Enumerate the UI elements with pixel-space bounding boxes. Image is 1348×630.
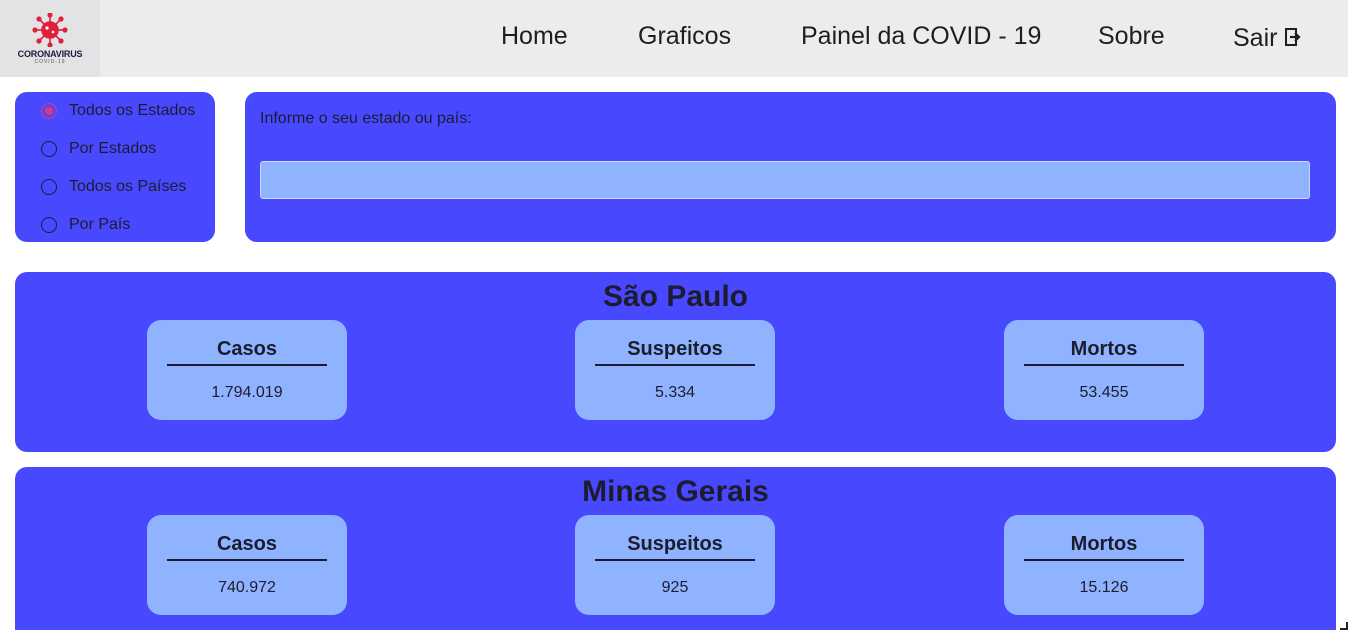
stat-value: 1.794.019: [211, 384, 283, 401]
radio-por-pais[interactable]: Por País: [41, 216, 130, 234]
search-label: Informe o seu estado ou país:: [260, 110, 472, 127]
radio-button[interactable]: [41, 141, 57, 157]
stat-value: 925: [661, 579, 689, 596]
divider: [1024, 559, 1184, 561]
radio-button-checked[interactable]: [41, 103, 57, 119]
search-panel: Informe o seu estado ou país:: [245, 92, 1336, 242]
logo-text: CORONAVIRUS: [17, 48, 83, 59]
state-title: Minas Gerais: [582, 475, 769, 508]
state-title: São Paulo: [602, 280, 749, 313]
radio-button[interactable]: [41, 217, 57, 233]
radio-button[interactable]: [41, 179, 57, 195]
divider: [595, 364, 755, 366]
radio-label: Todos os Estados: [69, 102, 196, 119]
radio-por-estados[interactable]: Por Estados: [41, 140, 156, 158]
stat-value: 5.334: [654, 384, 696, 401]
divider: [1024, 364, 1184, 366]
divider: [167, 364, 327, 366]
stat-value: 53.455: [1079, 384, 1129, 401]
stat-box-mortos: Mortos 15.126: [1004, 515, 1204, 615]
nav-sobre-link[interactable]: Sobre: [1098, 22, 1165, 51]
stat-value: 740.972: [218, 579, 276, 596]
stat-title: Casos: [216, 338, 278, 360]
state-card-sao-paulo: São Paulo Casos 1.794.019 Suspeitos 5.33…: [15, 272, 1336, 452]
virus-icon: [32, 12, 68, 47]
nav-graficos-link[interactable]: Graficos: [638, 22, 731, 51]
nav-sair-link[interactable]: Sair: [1233, 22, 1302, 54]
stat-title: Suspeitos: [627, 533, 723, 555]
radio-label: Por País: [69, 216, 131, 233]
stat-title: Suspeitos: [627, 338, 723, 360]
stat-title: Mortos: [1070, 338, 1138, 360]
stat-box-suspeitos: Suspeitos 925: [575, 515, 775, 615]
logo[interactable]: CORONAVIRUS COVID-19: [0, 0, 100, 77]
nav-home-link[interactable]: Home: [501, 22, 568, 51]
stat-title: Casos: [216, 533, 278, 555]
logo-subtext: COVID-19: [34, 58, 66, 65]
stat-box-suspeitos: Suspeitos 5.334: [575, 320, 775, 420]
divider: [167, 559, 327, 561]
radio-label: Todos os Países: [69, 178, 187, 195]
radio-todos-estados[interactable]: Todos os Estados: [41, 102, 195, 120]
navbar: CORONAVIRUS COVID-19 Home Graficos Paine…: [0, 0, 1348, 77]
logout-icon: [1284, 25, 1302, 54]
stat-box-mortos: Mortos 53.455: [1004, 320, 1204, 420]
radio-label: Por Estados: [69, 140, 157, 157]
sair-label: Sair: [1233, 23, 1278, 52]
stat-title: Mortos: [1070, 533, 1138, 555]
stat-box-casos: Casos 1.794.019: [147, 320, 347, 420]
filter-panel: Todos os Estados Por Estados Todos os Pa…: [15, 92, 215, 242]
nav-painel-link[interactable]: Painel da COVID - 19: [801, 22, 1041, 51]
stat-value: 15.126: [1079, 579, 1129, 596]
radio-dot: [45, 107, 53, 115]
resize-handle[interactable]: [1340, 622, 1348, 630]
stat-box-casos: Casos 740.972: [147, 515, 347, 615]
search-input[interactable]: [260, 161, 1310, 199]
divider: [595, 559, 755, 561]
radio-todos-paises[interactable]: Todos os Países: [41, 178, 186, 196]
state-card-minas-gerais: Minas Gerais Casos 740.972 Suspeitos 925…: [15, 467, 1336, 630]
